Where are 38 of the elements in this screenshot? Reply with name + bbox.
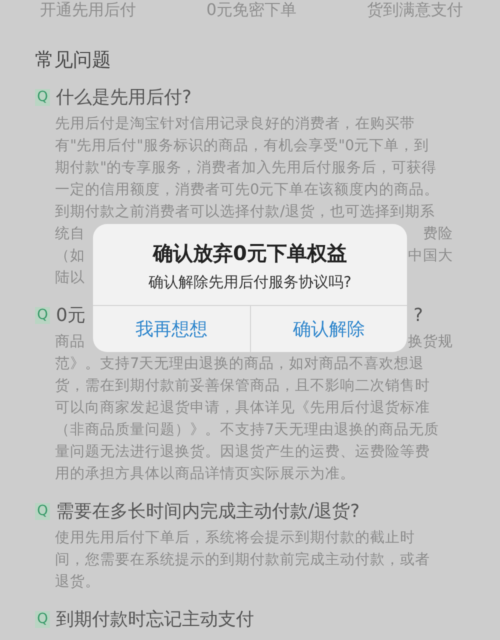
answer-text: （非商品质量问题）》。不支持7天无理由退换的商品无质 [55, 420, 440, 440]
question-mark-badge: Q [35, 306, 50, 324]
answer-text: 量问题无法进行退换货。因退货产生的运费、运费险等费 [55, 443, 430, 462]
feature-label: 货到满意支付 [367, 0, 463, 21]
answer-text: 费险 [423, 225, 454, 244]
dialog-message: 确认解除先用后付服务协议吗? [148, 273, 352, 292]
answer-text: 可以向商家发起退货申请，具体详见《先用后付退货标准 [55, 398, 430, 418]
answer-text: 中国大 [408, 247, 454, 266]
answer-text: 陆以 [55, 269, 85, 288]
question-mark-badge: Q [35, 88, 50, 106]
question-mark-badge: Q [35, 502, 50, 520]
feature-label: 0元免密下单 [206, 0, 297, 21]
answer-text: 先用后付是淘宝针对信用记录良好的消费者，在购买带 [55, 114, 415, 134]
answer-text: 有"先用后付"服务标识的商品，有机会享受"0元下单，到 [55, 136, 430, 156]
question-title: 需要在多长时间内完成主动付款/退货? [56, 500, 360, 523]
answer-text: 用的承担方具体以商品详情页实际展示为准。 [55, 464, 355, 484]
feature-label: 开通先用后付 [40, 0, 136, 21]
answer-text: 货，需在到期付款前妥善保管商品，且不影响二次销售时 [55, 376, 430, 396]
section-title: 常见问题 [35, 48, 112, 73]
answer-text: 商品 [55, 332, 85, 352]
answer-text: 期付款"的专享服务，消费者加入先用后付服务后，可获得 [55, 158, 437, 178]
question-title: 什么是先用后付? [56, 86, 192, 109]
question-title: 0元 [56, 304, 86, 327]
question-title: 到期付款时忘记主动支付 [56, 608, 254, 631]
answer-text: 换货规 [408, 333, 454, 352]
dialog-button[interactable]: 我再想想 [93, 306, 250, 352]
question-title: ? [413, 304, 424, 326]
answer-text: 一定的信用额度，消费者可先0元下单在该额度内的商品。 [55, 180, 440, 200]
answer-text: 到期付款之前消费者可以选择付款/退货，也可选择到期系 [55, 202, 435, 222]
dialog-title: 确认放弃0元下单权益 [153, 240, 347, 267]
answer-text: 使用先用后付下单后，系统将会提示到期付款的截止时 [55, 529, 415, 548]
answer-text: 统自 [55, 225, 85, 244]
answer-text: 间，您需要在系统提示的到期付款前完成主动付款，或者 [55, 550, 430, 570]
answer-text: 退货。 [55, 573, 100, 592]
answer-text: 范》。支持7天无理由退换的商品，如对商品不喜欢想退 [55, 354, 424, 374]
question-mark-badge: Q [35, 610, 50, 628]
dialog-button[interactable]: 确认解除 [250, 306, 407, 352]
answer-text: （如 [55, 247, 85, 266]
